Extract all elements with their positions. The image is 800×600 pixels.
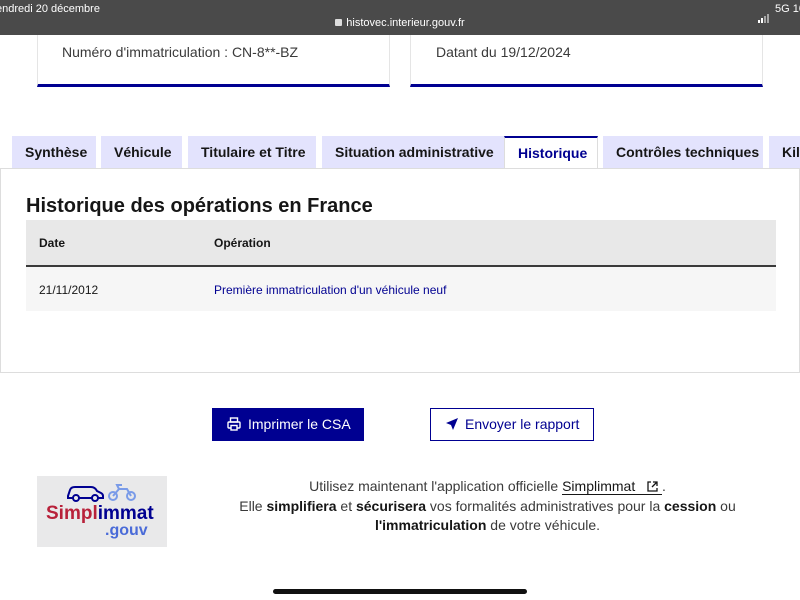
plate-card: Numéro d'immatriculation : CN-8**-BZ	[37, 35, 390, 87]
tab-kilometrage[interactable]: Kil	[769, 136, 800, 168]
signal-icon	[758, 5, 770, 23]
tab-situation-administrative[interactable]: Situation administrative	[322, 136, 510, 168]
network-label: 5G 10	[775, 3, 800, 15]
table-row: 21/11/2012 Première immatriculation d'un…	[26, 267, 776, 311]
print-csa-label: Imprimer le CSA	[248, 416, 351, 432]
tab-controles-techniques[interactable]: Contrôles techniques	[603, 136, 763, 168]
url-text: histovec.interieur.gouv.fr	[346, 17, 465, 29]
row-date: 21/11/2012	[39, 283, 99, 297]
send-report-button[interactable]: Envoyer le rapport	[430, 408, 594, 441]
url-bar[interactable]: histovec.interieur.gouv.fr	[0, 17, 800, 29]
simplimmat-promo-text: Utilisez maintenant l'application offici…	[239, 478, 736, 533]
external-link-icon	[647, 481, 658, 492]
send-report-label: Envoyer le rapport	[465, 416, 580, 432]
printer-icon	[227, 417, 241, 431]
browser-status-bar: endredi 20 décembre histovec.interieur.g…	[0, 0, 800, 35]
tab-historique[interactable]: Historique	[504, 136, 598, 169]
logo-suffix: .gouv	[105, 522, 148, 539]
table-header: Date Opération	[26, 220, 776, 267]
tab-titulaire[interactable]: Titulaire et Titre	[188, 136, 316, 168]
motorcycle-icon	[108, 484, 136, 501]
report-date-card: Datant du 19/12/2024	[410, 35, 763, 87]
column-header-operation: Opération	[214, 236, 271, 250]
history-table: Date Opération 21/11/2012 Première immat…	[26, 220, 776, 311]
send-icon	[446, 418, 458, 430]
plate-number-text: Numéro d'immatriculation : CN-8**-BZ	[62, 44, 299, 60]
status-time: endredi 20 décembre	[0, 3, 100, 15]
history-panel: Historique des opérations en France Date…	[0, 168, 800, 373]
tab-synthese[interactable]: Synthèse	[12, 136, 96, 168]
car-icon	[67, 486, 104, 502]
history-title: Historique des opérations en France	[26, 195, 373, 217]
column-header-date: Date	[39, 236, 66, 250]
tab-vehicule[interactable]: Véhicule	[101, 136, 182, 168]
print-csa-button[interactable]: Imprimer le CSA	[212, 408, 364, 441]
lock-icon	[335, 19, 343, 26]
row-operation: Première immatriculation d'un véhicule n…	[214, 283, 447, 297]
simplimmat-logo[interactable]: Simplimmat .gouv	[37, 476, 167, 547]
home-indicator[interactable]	[273, 589, 527, 594]
report-date-text: Datant du 19/12/2024	[436, 44, 571, 60]
simplimmat-link[interactable]: Simplimmat	[562, 478, 662, 495]
